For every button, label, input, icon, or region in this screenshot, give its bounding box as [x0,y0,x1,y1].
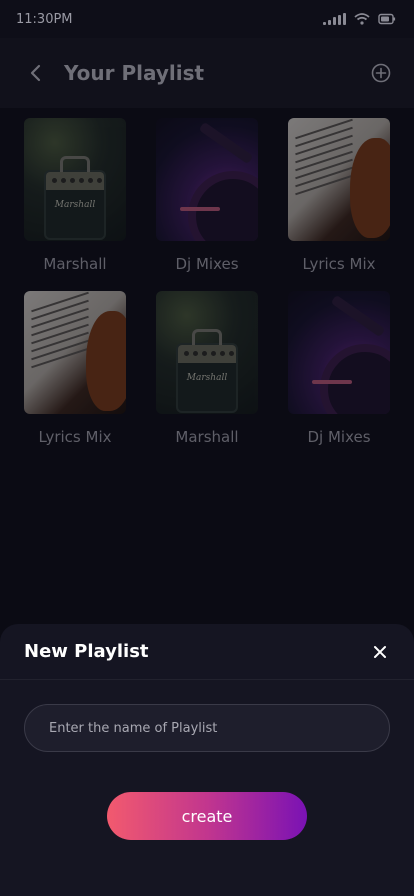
add-playlist-button[interactable] [366,58,396,88]
close-button[interactable] [368,640,392,664]
sheet-title: New Playlist [24,641,149,662]
app-header: Your Playlist [0,38,414,108]
playlist-card[interactable]: Dj Mixes [288,291,390,446]
status-time: 11:30PM [16,11,73,27]
playlist-card[interactable]: Lyrics Mix [24,291,126,446]
playlist-label: Marshall [43,255,107,273]
amplifier-thumbnail: Marshall [156,291,258,414]
playlist-name-input[interactable] [24,704,390,752]
playlist-label: Lyrics Mix [302,255,376,273]
playlist-grid: Marshall Marshall Dj Mixes Lyrics Mix Ly… [24,118,390,446]
back-button[interactable] [20,57,52,89]
status-icons [323,13,396,25]
playlist-label: Dj Mixes [307,428,371,446]
create-button[interactable]: create [107,792,307,840]
signal-icon [323,13,346,25]
playlist-label: Dj Mixes [175,255,239,273]
sheet-header: New Playlist [0,624,414,680]
playlist-label: Lyrics Mix [38,428,112,446]
playlist-card[interactable]: Marshall Marshall [156,291,258,446]
violin-sheet-music-thumbnail [288,118,390,241]
new-playlist-sheet: New Playlist create [0,624,414,896]
close-icon [374,645,386,658]
playlist-card[interactable]: Lyrics Mix [288,118,390,273]
page-title: Your Playlist [64,61,205,85]
playlist-label: Marshall [175,428,239,446]
violin-sheet-music-thumbnail [24,291,126,414]
playlist-card[interactable]: Dj Mixes [156,118,258,273]
amplifier-thumbnail: Marshall [24,118,126,241]
plus-circle-icon [371,63,391,83]
dj-turntable-thumbnail [288,291,390,414]
dj-turntable-thumbnail [156,118,258,241]
wifi-icon [354,13,370,25]
playlist-card[interactable]: Marshall Marshall [24,118,126,273]
battery-icon [378,13,396,25]
status-bar: 11:30PM [0,0,414,38]
chevron-left-icon [30,64,41,82]
